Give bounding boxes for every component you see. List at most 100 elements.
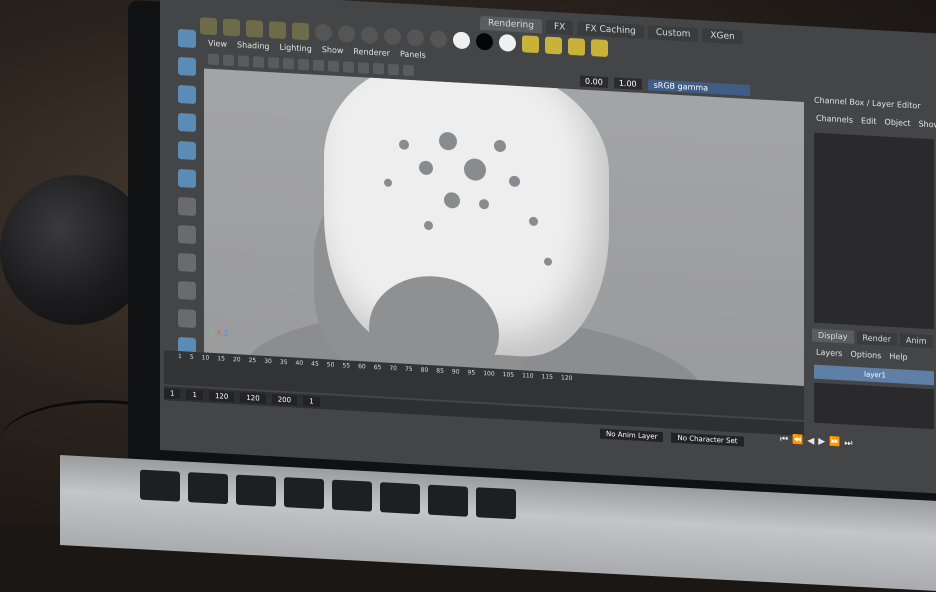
material-ball-icon[interactable] — [430, 29, 447, 48]
mask-hole — [494, 139, 506, 153]
textured-icon[interactable] — [328, 59, 339, 72]
anim-layer-dropdown[interactable]: No Anim Layer — [600, 428, 664, 443]
scale-tool-icon[interactable] — [178, 169, 196, 189]
film-gate-icon[interactable] — [268, 56, 279, 69]
image-plane-icon[interactable] — [238, 54, 249, 67]
smooth-shade-icon[interactable] — [313, 59, 324, 71]
key — [284, 477, 324, 510]
material-ball-icon[interactable] — [384, 27, 401, 45]
render-view-icon[interactable] — [591, 38, 608, 57]
camera-icon[interactable] — [269, 20, 286, 39]
channel-box-area[interactable] — [814, 132, 934, 330]
play-forward-icon[interactable]: ▶ — [818, 437, 825, 447]
mask-hole — [479, 198, 489, 210]
maya-screen: Rendering FX FX Caching Custom XGen View… — [160, 0, 936, 494]
play-backward-icon[interactable]: ◀ — [807, 436, 814, 446]
current-frame-field[interactable]: 1 — [303, 395, 320, 407]
layer-list-area[interactable] — [814, 382, 934, 430]
tick-label: 10 — [201, 354, 210, 362]
tick-label: 65 — [373, 363, 382, 372]
tick-label: 90 — [451, 368, 460, 376]
anim-end-field[interactable]: 200 — [271, 394, 298, 406]
white-material-icon[interactable] — [499, 33, 516, 52]
grid-icon[interactable] — [253, 55, 264, 68]
camera-attributes-icon[interactable] — [208, 53, 219, 65]
move-tool-icon[interactable] — [178, 113, 196, 133]
select-tool-icon[interactable] — [178, 29, 196, 49]
layout-graph-icon[interactable] — [178, 309, 196, 329]
material-ball-icon[interactable] — [361, 25, 378, 44]
axis-x-label: X — [216, 329, 222, 338]
wireframe-icon[interactable] — [298, 58, 309, 70]
light-icon[interactable] — [223, 18, 240, 36]
menu-edit[interactable]: Edit — [861, 116, 877, 126]
range-start-field[interactable]: 1 — [186, 389, 203, 401]
layout-two-icon[interactable] — [178, 253, 196, 273]
go-to-end-icon[interactable]: ⏭ — [844, 438, 852, 448]
key — [332, 479, 372, 512]
tick-label: 50 — [326, 361, 335, 369]
black-material-icon[interactable] — [476, 32, 493, 51]
ambient-occlusion-icon[interactable] — [373, 62, 384, 75]
layout-single-icon[interactable] — [178, 197, 196, 217]
light-icon[interactable] — [246, 19, 263, 38]
tick-label: 75 — [404, 365, 413, 374]
menu-lighting[interactable]: Lighting — [279, 43, 311, 54]
material-ball-icon[interactable] — [338, 24, 355, 43]
character-set-dropdown[interactable]: No Character Set — [671, 432, 744, 447]
tab-display[interactable]: Display — [812, 328, 854, 344]
key — [380, 482, 420, 515]
tick-label: 95 — [467, 369, 476, 377]
go-to-start-icon[interactable]: ⏮ — [780, 435, 788, 445]
isolate-select-icon[interactable] — [388, 63, 399, 75]
range-end-field[interactable]: 120 — [208, 390, 235, 403]
menu-shading[interactable]: Shading — [237, 40, 270, 51]
tab-render[interactable]: Render — [856, 330, 897, 347]
rotate-tool-icon[interactable] — [178, 141, 196, 161]
key — [236, 474, 276, 507]
layer-row[interactable]: layer1 — [814, 364, 934, 386]
menu-help[interactable]: Help — [889, 352, 907, 362]
render-icon[interactable] — [545, 36, 562, 54]
render-settings-icon[interactable] — [522, 34, 539, 53]
tick-label: 35 — [279, 358, 288, 367]
tick-label: 15 — [217, 355, 225, 363]
gamma-field[interactable]: 1.00 — [613, 77, 642, 90]
perspective-viewport[interactable]: persp Y X Z — [204, 68, 804, 403]
menu-show[interactable]: Show — [919, 119, 936, 129]
tick-label: 55 — [342, 362, 351, 370]
shadows-icon[interactable] — [358, 61, 369, 74]
tick-label: 45 — [311, 360, 319, 368]
white-material-icon[interactable] — [453, 30, 470, 49]
end-time-field[interactable]: 120 — [240, 392, 266, 404]
light-icon[interactable] — [292, 21, 309, 40]
material-ball-icon[interactable] — [315, 23, 332, 42]
lights-icon[interactable] — [343, 60, 354, 73]
ipr-render-icon[interactable] — [568, 37, 585, 56]
menu-show[interactable]: Show — [322, 45, 344, 55]
material-ball-icon[interactable] — [407, 28, 424, 47]
step-back-icon[interactable]: ⏪ — [792, 435, 803, 446]
tab-anim[interactable]: Anim — [899, 333, 933, 349]
menu-renderer[interactable]: Renderer — [353, 47, 390, 58]
step-forward-icon[interactable]: ⏩ — [829, 437, 840, 448]
resolution-gate-icon[interactable] — [283, 57, 294, 69]
paint-select-tool-icon[interactable] — [178, 85, 196, 105]
menu-object[interactable]: Object — [885, 118, 911, 128]
light-icon[interactable] — [200, 16, 217, 35]
start-time-field[interactable]: 1 — [164, 388, 181, 400]
layout-outliner-icon[interactable] — [178, 281, 196, 301]
exposure-field[interactable]: 0.00 — [580, 75, 608, 89]
xray-icon[interactable] — [403, 64, 414, 76]
menu-channels[interactable]: Channels — [816, 114, 853, 125]
key — [188, 472, 228, 505]
menu-view[interactable]: View — [208, 39, 227, 49]
menu-layers[interactable]: Layers — [816, 348, 842, 358]
mask-hole — [444, 191, 460, 209]
tick-label: 20 — [232, 356, 241, 364]
layout-four-icon[interactable] — [178, 225, 196, 245]
bookmark-icon[interactable] — [223, 54, 234, 66]
menu-options[interactable]: Options — [850, 350, 881, 361]
lasso-tool-icon[interactable] — [178, 57, 196, 77]
menu-panels[interactable]: Panels — [400, 49, 426, 59]
